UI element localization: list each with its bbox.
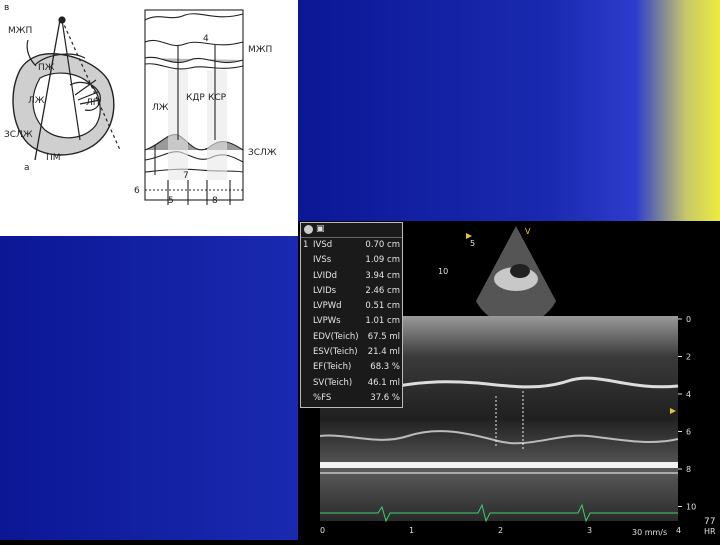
label-lp: ЛП — [86, 98, 100, 108]
measurement-value: 46.1 ml — [367, 377, 400, 388]
measurement-value: 1.01 cm — [365, 316, 400, 327]
record-dot-icon — [304, 225, 313, 234]
measurement-row: LVPWs 1.01 cm — [301, 314, 402, 329]
depth-tick-label: 10 — [686, 503, 696, 512]
heart-rate-value: 77 — [704, 517, 715, 527]
measurement-row: LVIDd 3.94 cm — [301, 269, 402, 284]
measurement-row: EDV(Teich) 67.5 ml — [301, 330, 402, 345]
measurement-value: 21.4 ml — [367, 347, 400, 358]
measurement-row: LVIDs 2.46 cm — [301, 284, 402, 299]
measurement-value: 37.6 % — [370, 392, 400, 403]
label-ksr: КСР — [208, 93, 227, 103]
panel-letter: в — [4, 3, 9, 13]
measurement-value: 3.94 cm — [365, 270, 400, 281]
measurement-value: 1.09 cm — [365, 255, 400, 266]
heart-mmode-diagram: в МЖП ПЖ ЛЖ ЛП ЗСЛЖ ПМ а 4 МЖП КДР КСР Л… — [0, 0, 298, 236]
measurement-panel: ▣ 1 IVSd 0.70 cm IVSs 1.09 cm LVIDd 3.94 cm LVI… — [300, 222, 403, 408]
sector-v-label: V — [525, 227, 531, 236]
label-8: 8 — [212, 196, 218, 206]
measurement-label: EDV(Teich) — [313, 331, 359, 342]
sector-10-label: 10 — [438, 267, 448, 276]
measurement-index: 1 — [303, 240, 309, 250]
time-tick-label: 2 — [498, 526, 503, 535]
time-tick-label: 1 — [409, 526, 414, 535]
measurement-label: IVSd — [313, 240, 333, 250]
measurement-value: 68.3 % — [370, 362, 400, 373]
label-zslzh-right: ЗСЛЖ — [248, 148, 277, 158]
measurement-row: EF(Teich) 68.3 % — [301, 360, 402, 375]
label-pzh: ПЖ — [38, 63, 55, 73]
label-lzh-left: ЛЖ — [28, 96, 45, 106]
label-lzh-right: ЛЖ — [152, 103, 169, 113]
depth-scale: 0 2 4 6 8 10 — [678, 315, 696, 512]
measurement-value: 67.5 ml — [367, 331, 400, 342]
camera-icon: ▣ — [316, 224, 325, 234]
time-tick-label: 3 — [587, 526, 592, 535]
heart-rate-label: HR — [704, 527, 716, 536]
time-tick-label: 4 — [676, 526, 681, 535]
sweep-speed: 30 mm/s — [632, 528, 667, 537]
depth-tick-label: 4 — [686, 390, 691, 399]
time-tick-label: 0 — [320, 526, 325, 535]
sector-5-label: 5 — [470, 239, 475, 248]
depth-tick-label: 6 — [686, 428, 691, 437]
measurement-label: ESV(Teich) — [313, 347, 358, 358]
measurement-value: 0.51 cm — [365, 301, 400, 312]
label-4: 4 — [203, 34, 209, 44]
time-scale: 0 1 2 3 4 — [320, 526, 681, 535]
measurement-row: IVSs 1.09 cm — [301, 253, 402, 268]
measurement-row: 1 IVSd 0.70 cm — [301, 238, 402, 253]
measurement-row: LVPWd 0.51 cm — [301, 299, 402, 314]
measurement-value: 2.46 cm — [365, 285, 400, 296]
measurement-value: 0.70 cm — [365, 240, 400, 250]
measurement-row: SV(Teich) 46.1 ml — [301, 376, 402, 391]
measurement-header: ▣ — [301, 223, 402, 238]
label-7: 7 — [183, 171, 189, 181]
label-kdr: КДР — [186, 93, 205, 103]
measurement-label: IVSs — [313, 255, 332, 266]
depth-tick-label: 2 — [686, 353, 691, 362]
blue-yellow-gradient-panel — [298, 0, 720, 221]
depth-tick-label: 8 — [686, 465, 691, 474]
label-zslzh-left: ЗСЛЖ — [4, 130, 33, 140]
measurement-label: LVIDd — [313, 270, 338, 281]
measurement-row: ESV(Teich) 21.4 ml — [301, 345, 402, 360]
measurement-label: LVPWd — [313, 301, 342, 312]
label-6: 6 — [134, 186, 140, 196]
measurement-label: LVPWs — [313, 316, 341, 327]
measurement-label: %FS — [313, 392, 332, 403]
label-mzhp-right: МЖП — [248, 45, 272, 55]
blue-panel — [0, 236, 298, 540]
measurement-label: EF(Teich) — [313, 362, 352, 373]
sector-view — [476, 226, 556, 326]
label-mzhp-left: МЖП — [8, 26, 32, 36]
measurement-label: LVIDs — [313, 285, 337, 296]
measurement-label: SV(Teich) — [313, 377, 353, 388]
label-5: 5 — [168, 196, 174, 206]
label-a: а — [24, 163, 30, 173]
label-pm: ПМ — [46, 153, 61, 163]
depth-tick-label: 0 — [686, 315, 691, 324]
measurement-row: %FS 37.6 % — [301, 391, 402, 406]
